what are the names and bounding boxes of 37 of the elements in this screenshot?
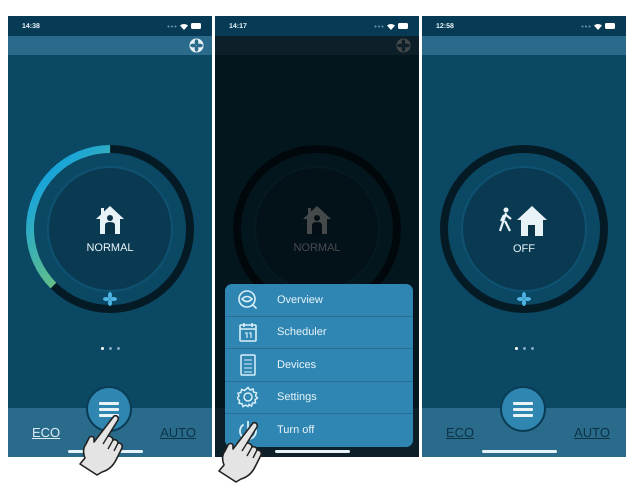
fan-icon — [516, 291, 532, 307]
wifi-icon — [594, 22, 602, 30]
menu-item[interactable]: Settings — [225, 382, 413, 414]
gear-icon — [237, 386, 259, 408]
calendar-icon — [237, 321, 259, 344]
battery-icon — [605, 23, 616, 29]
menu-item[interactable]: Scheduler — [225, 316, 413, 349]
page-dot[interactable] — [514, 347, 518, 350]
battery-icon — [191, 23, 202, 29]
eco-mode-button[interactable]: ECO — [32, 425, 60, 440]
battery-icon — [398, 23, 409, 29]
house-person-icon — [95, 204, 125, 236]
fan-icon — [102, 291, 118, 307]
wifi-icon — [180, 22, 188, 30]
wifi-icon — [387, 22, 395, 30]
auto-mode-button[interactable]: AUTO — [160, 425, 196, 440]
eco-mode-button[interactable]: ECO — [446, 425, 474, 440]
page-dot[interactable] — [116, 347, 120, 350]
signal-icon — [167, 24, 177, 28]
menu-item[interactable]: Overview — [225, 284, 413, 316]
signal-icon — [374, 24, 384, 28]
overview-icon — [237, 288, 259, 311]
house-person-icon — [302, 204, 332, 236]
auto-mode-button[interactable]: AUTO — [574, 425, 610, 440]
menu-button[interactable] — [500, 386, 546, 432]
page-dot[interactable] — [530, 347, 534, 350]
mode-label: NORMAL — [293, 242, 341, 254]
mode-label: NORMAL — [86, 242, 134, 254]
signal-icon — [581, 24, 591, 28]
menu-item[interactable]: Devices — [225, 349, 413, 382]
page-dot[interactable] — [522, 347, 526, 350]
mode-label: OFF — [513, 243, 535, 255]
page-dot[interactable] — [108, 347, 112, 350]
walking-person-house-icon — [499, 203, 549, 237]
fan-icon[interactable] — [189, 38, 204, 53]
page-dot[interactable] — [100, 347, 104, 350]
menu-button[interactable] — [86, 386, 132, 432]
